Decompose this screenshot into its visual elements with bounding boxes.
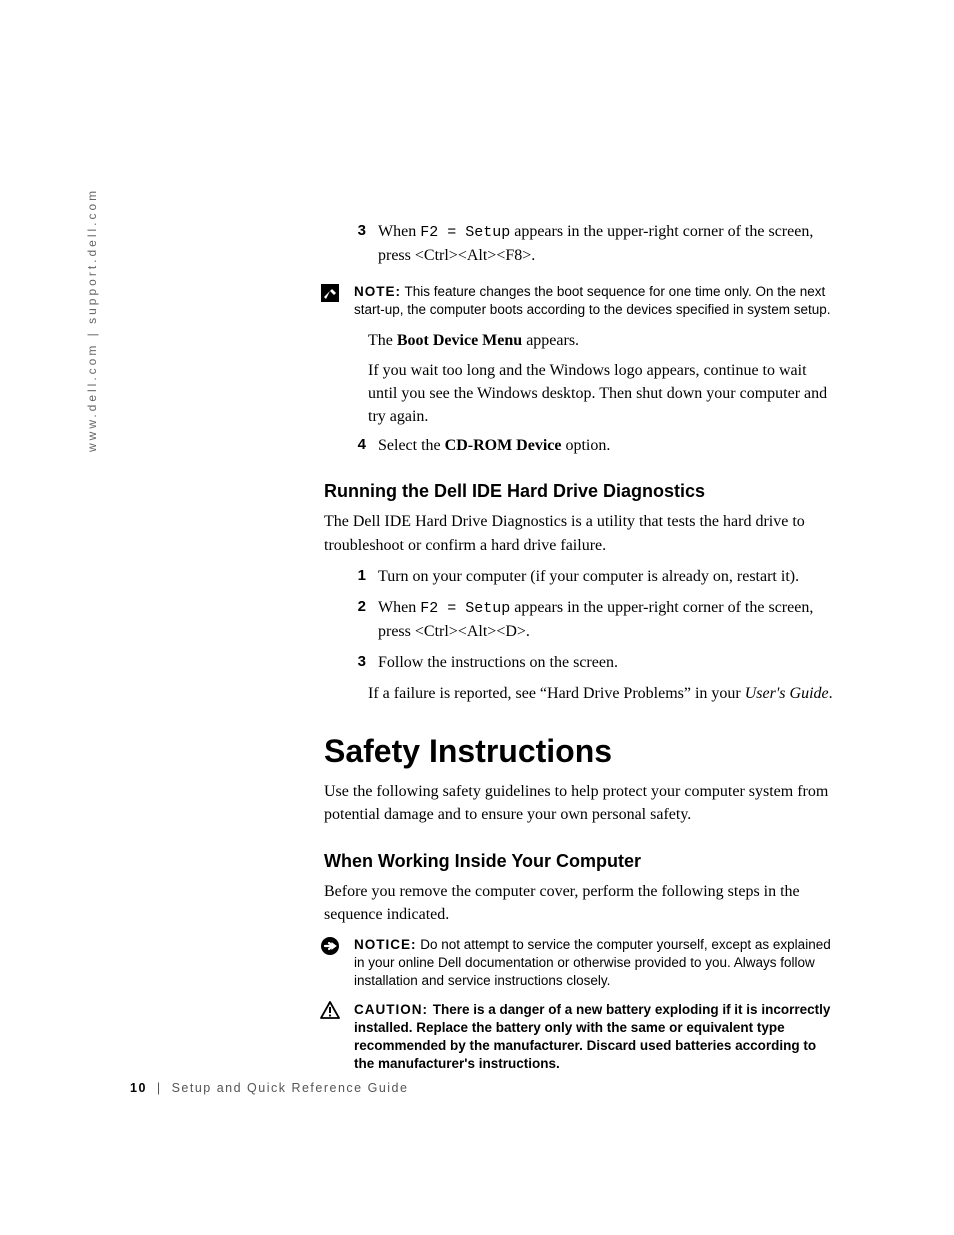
step-number: 3 xyxy=(334,651,378,674)
heading-safety: Safety Instructions xyxy=(324,733,834,770)
intro-working-inside: Before you remove the computer cover, pe… xyxy=(324,880,834,926)
step-body: Turn on your computer (if your computer … xyxy=(378,565,834,588)
diag-tail: If a failure is reported, see “Hard Driv… xyxy=(368,682,834,705)
text: When xyxy=(378,223,420,240)
intro-safety: Use the following safety guidelines to h… xyxy=(324,780,834,826)
note-label: NOTE: xyxy=(354,284,401,299)
text: If a failure is reported, see “Hard Driv… xyxy=(368,685,745,702)
step-number: 1 xyxy=(334,565,378,588)
notice-label: NOTICE: xyxy=(354,937,417,952)
notice-callout: NOTICE: Do not attempt to service the co… xyxy=(320,936,834,991)
bold-text: Boot Device Menu xyxy=(397,332,522,349)
page-content: 3 When F2 = Setup appears in the upper-r… xyxy=(324,220,834,1083)
text: The xyxy=(368,332,397,349)
step-body: Follow the instructions on the screen. xyxy=(378,651,834,674)
caution-callout: CAUTION: There is a danger of a new batt… xyxy=(320,1001,834,1074)
sidebar-url: www.dell.com | support.dell.com xyxy=(85,188,99,452)
notice-icon xyxy=(320,936,340,991)
caution-icon xyxy=(320,1001,340,1074)
note-text: This feature changes the boot sequence f… xyxy=(354,284,831,317)
text: . xyxy=(829,685,833,702)
caution-body: CAUTION: There is a danger of a new batt… xyxy=(354,1001,834,1074)
step-3: 3 When F2 = Setup appears in the upper-r… xyxy=(334,220,834,273)
step-body: Select the CD-ROM Device option. xyxy=(378,434,834,457)
notice-body: NOTICE: Do not attempt to service the co… xyxy=(354,936,834,991)
page-footer: 10 | Setup and Quick Reference Guide xyxy=(130,1081,408,1095)
page-number: 10 xyxy=(130,1081,147,1095)
mono-text: F2 = Setup xyxy=(420,224,510,241)
note-icon xyxy=(320,283,340,319)
step-number: 4 xyxy=(334,434,378,457)
caution-label: CAUTION: xyxy=(354,1002,433,1017)
text: When xyxy=(378,599,420,616)
diag-step-3: 3 Follow the instructions on the screen. xyxy=(334,651,834,674)
note-body: NOTE: This feature changes the boot sequ… xyxy=(354,283,834,319)
step-number: 3 xyxy=(334,220,378,273)
step-3-extra-1: The Boot Device Menu appears. xyxy=(368,329,834,352)
heading-diagnostics: Running the Dell IDE Hard Drive Diagnost… xyxy=(324,481,834,502)
note-callout: NOTE: This feature changes the boot sequ… xyxy=(320,283,834,319)
diag-step-2: 2 When F2 = Setup appears in the upper-r… xyxy=(334,596,834,643)
mono-text: F2 = Setup xyxy=(420,600,510,617)
footer-title: Setup and Quick Reference Guide xyxy=(172,1081,409,1095)
step-4: 4 Select the CD-ROM Device option. xyxy=(334,434,834,457)
text: Select the xyxy=(378,437,445,454)
diag-step-1: 1 Turn on your computer (if your compute… xyxy=(334,565,834,588)
text: appears. xyxy=(522,332,579,349)
step-body: When F2 = Setup appears in the upper-rig… xyxy=(378,220,834,273)
heading-working-inside: When Working Inside Your Computer xyxy=(324,851,834,872)
text: option. xyxy=(561,437,610,454)
notice-text: Do not attempt to service the computer y… xyxy=(354,937,831,988)
italic-text: User's Guide xyxy=(745,685,829,702)
bold-text: CD-ROM Device xyxy=(445,437,562,454)
footer-sep: | xyxy=(152,1081,172,1095)
step-number: 2 xyxy=(334,596,378,643)
intro-diagnostics: The Dell IDE Hard Drive Diagnostics is a… xyxy=(324,510,834,556)
step-body: When F2 = Setup appears in the upper-rig… xyxy=(378,596,834,643)
step-3-extra-2: If you wait too long and the Windows log… xyxy=(368,359,834,429)
